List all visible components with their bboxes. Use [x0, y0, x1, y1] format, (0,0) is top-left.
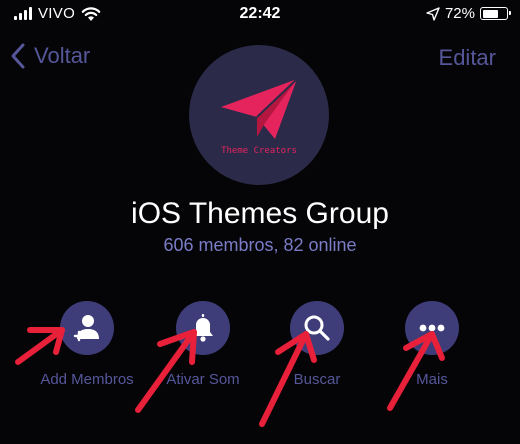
add-members-action[interactable]: Add Membros	[27, 301, 147, 388]
location-arrow-icon	[426, 6, 440, 21]
more-button[interactable]	[405, 301, 459, 355]
search-icon	[304, 315, 330, 341]
add-members-label: Add Membros	[40, 371, 134, 388]
battery-percent: 72%	[444, 5, 475, 22]
status-right: 72%	[426, 5, 511, 22]
group-member-count: 606 membros, 82 online	[163, 235, 357, 255]
back-label: Voltar	[34, 43, 91, 68]
unmute-label: Ativar Som	[166, 371, 240, 388]
add-member-icon	[73, 315, 99, 342]
back-button[interactable]: Voltar	[10, 42, 90, 70]
bell-icon	[193, 314, 213, 342]
unmute-action[interactable]: Ativar Som	[143, 301, 263, 388]
status-bar: VIVO 22:42 72%	[0, 0, 520, 30]
battery-icon	[480, 7, 511, 20]
unmute-button[interactable]	[176, 301, 230, 355]
search-button[interactable]	[290, 301, 344, 355]
paper-plane-logo-icon	[221, 78, 298, 139]
add-members-button[interactable]	[60, 301, 114, 355]
search-action[interactable]: Buscar	[257, 301, 377, 388]
group-avatar[interactable]: Theme Creators	[189, 45, 329, 185]
more-dots-icon	[419, 324, 445, 332]
avatar-caption: Theme Creators	[221, 146, 297, 156]
more-label: Mais	[416, 371, 448, 388]
battery-fill	[482, 9, 499, 18]
edit-button[interactable]: Editar	[439, 45, 496, 71]
search-label: Buscar	[293, 371, 341, 388]
group-title: iOS Themes Group	[131, 197, 389, 230]
more-action[interactable]: Mais	[372, 301, 492, 388]
chevron-left-icon	[11, 43, 25, 69]
